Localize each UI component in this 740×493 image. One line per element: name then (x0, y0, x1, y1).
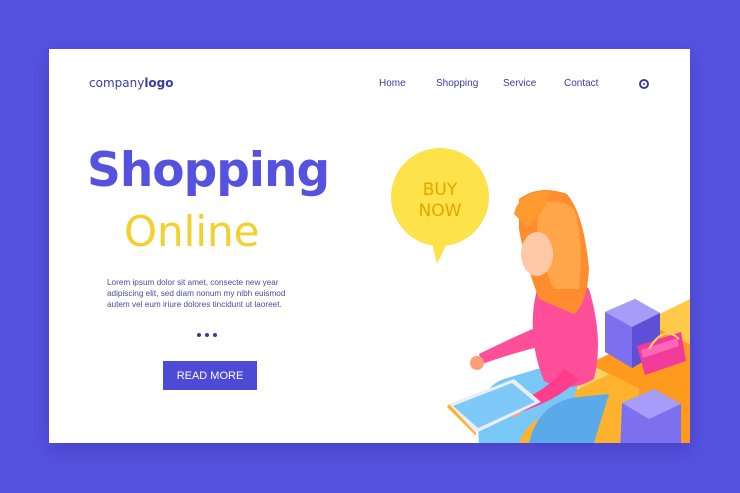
read-more-button[interactable]: READ MORE (163, 361, 257, 390)
bubble-line-1: BUY (423, 180, 458, 200)
dot (205, 333, 209, 337)
dot (213, 333, 217, 337)
description-line: Lorem ipsum dolor sit amet, consecte new… (107, 278, 279, 287)
hero-description: Lorem ipsum dolor sit amet, consecte new… (107, 277, 327, 310)
description-line: adipiscing elit, sed diam nonum my nibh … (107, 289, 286, 298)
search-icon[interactable] (639, 79, 649, 89)
nav-home[interactable]: Home (379, 78, 406, 89)
landing-card: companylogo Home Shopping Service Contac… (49, 49, 690, 443)
buy-now-bubble: BUY NOW (391, 148, 489, 264)
hero-title: Shopping (87, 143, 330, 198)
nav-service[interactable]: Service (503, 78, 536, 89)
dot (197, 333, 201, 337)
company-logo[interactable]: companylogo (89, 76, 174, 90)
ellipsis-dots (197, 333, 217, 337)
bubble-line-2: NOW (419, 201, 462, 221)
hero-subtitle: Online (124, 207, 260, 256)
nav-shopping[interactable]: Shopping (436, 78, 478, 89)
logo-prefix: company (89, 76, 145, 90)
nav-contact[interactable]: Contact (564, 78, 598, 89)
logo-bold: logo (144, 76, 174, 90)
description-line: autem vel eum iriure dolores tincidunt u… (107, 300, 282, 309)
shopping-illustration: BUY NOW (391, 148, 690, 443)
